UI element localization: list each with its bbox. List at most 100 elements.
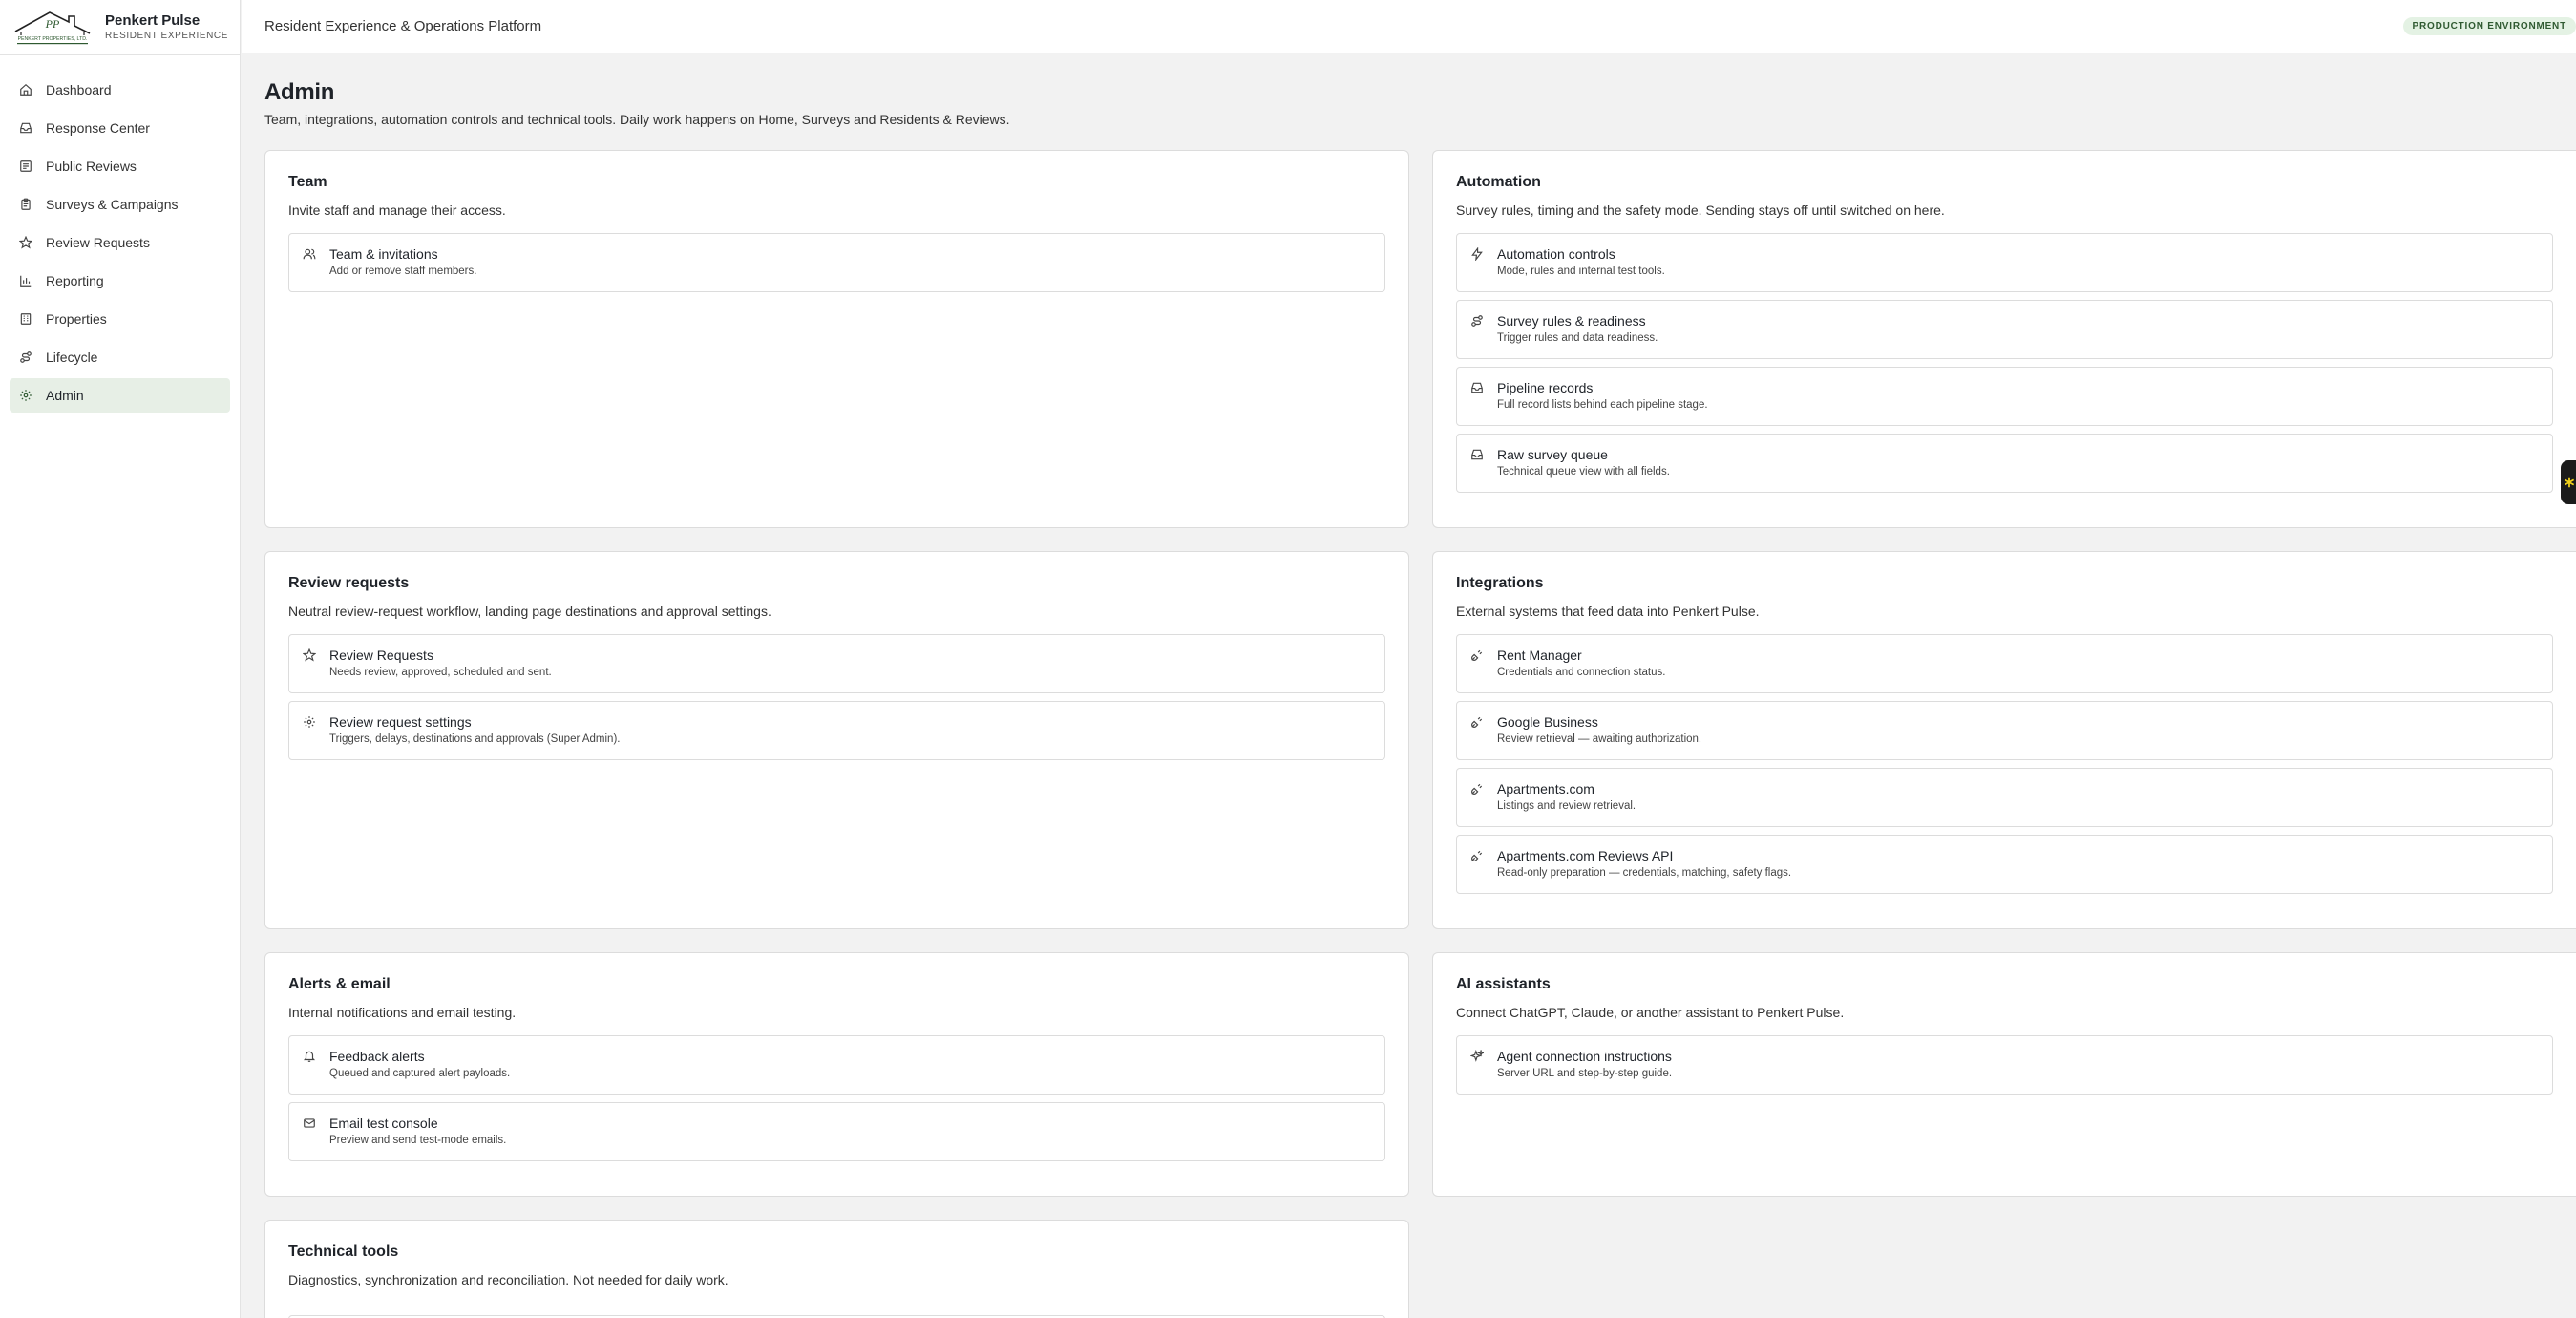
page-description: Team, integrations, automation controls …	[264, 112, 1010, 127]
item-subtitle: Triggers, delays, destinations and appro…	[329, 733, 621, 745]
card-description: Diagnostics, synchronization and reconci…	[288, 1272, 728, 1287]
main-nav: Dashboard Response Center Public Reviews…	[0, 55, 240, 413]
gear-icon	[19, 389, 32, 402]
item-feedback-alerts[interactable]: Feedback alerts Queued and captured aler…	[288, 1035, 1385, 1095]
users-icon	[303, 247, 316, 261]
nav-label: Admin	[46, 388, 84, 403]
item-agent-connection-instructions[interactable]: Agent connection instructions Server URL…	[1456, 1035, 2553, 1095]
item-subtitle: Listings and review retrieval.	[1497, 800, 1636, 812]
mail-icon	[303, 1116, 316, 1130]
platform-title: Resident Experience & Operations Platfor…	[264, 18, 542, 34]
item-title: Email test console	[329, 1116, 438, 1131]
svg-text:PENKERT PROPERTIES, LTD.: PENKERT PROPERTIES, LTD.	[18, 36, 88, 42]
plug-icon	[1470, 715, 1484, 729]
nav-item-review-requests[interactable]: Review Requests	[10, 225, 230, 260]
nav-item-reporting[interactable]: Reporting	[10, 264, 230, 298]
route-icon	[1470, 314, 1484, 328]
nav-item-response-center[interactable]: Response Center	[10, 111, 230, 145]
item-raw-survey-queue[interactable]: Raw survey queue Technical queue view wi…	[1456, 434, 2553, 493]
top-bar: Resident Experience & Operations Platfor…	[242, 0, 2576, 53]
nav-item-public-reviews[interactable]: Public Reviews	[10, 149, 230, 183]
item-title: Apartments.com	[1497, 781, 1594, 797]
nav-label: Properties	[46, 311, 107, 327]
item-review-requests[interactable]: Review Requests Needs review, approved, …	[288, 634, 1385, 693]
card-title: Team	[288, 174, 327, 190]
item-title: Review request settings	[329, 714, 472, 730]
card-title: Integrations	[1456, 575, 1544, 591]
item-review-request-settings[interactable]: Review request settings Triggers, delays…	[288, 701, 1385, 760]
plug-icon	[1470, 648, 1484, 662]
asterisk-icon	[2564, 477, 2575, 488]
card-description: External systems that feed data into Pen…	[1456, 604, 1760, 619]
sidebar: PP PENKERT PROPERTIES, LTD. Penkert Puls…	[0, 0, 241, 1318]
nav-label: Lifecycle	[46, 350, 98, 365]
nav-item-properties[interactable]: Properties	[10, 302, 230, 336]
nav-label: Reporting	[46, 273, 104, 288]
nav-item-lifecycle[interactable]: Lifecycle	[10, 340, 230, 374]
item-subtitle: Queued and captured alert payloads.	[329, 1068, 511, 1079]
card-description: Invite staff and manage their access.	[288, 202, 506, 218]
item-title: Review Requests	[329, 648, 433, 663]
nav-label: Surveys & Campaigns	[46, 197, 179, 212]
message-square-icon	[19, 159, 32, 173]
card-description: Internal notifications and email testing…	[288, 1005, 517, 1020]
nav-label: Dashboard	[46, 82, 112, 97]
item-subtitle: Review retrieval — awaiting authorizatio…	[1497, 733, 1702, 745]
gear-icon	[303, 715, 316, 729]
nav-item-admin[interactable]: Admin	[10, 378, 230, 413]
inbox-icon	[1470, 381, 1484, 394]
company-logo: PP PENKERT PROPERTIES, LTD.	[14, 11, 91, 44]
star-icon	[19, 236, 32, 249]
building-icon	[19, 312, 32, 326]
bell-icon	[303, 1050, 316, 1063]
brand[interactable]: PP PENKERT PROPERTIES, LTD. Penkert Puls…	[0, 0, 240, 55]
card-title: Technical tools	[288, 1244, 399, 1260]
plug-icon	[1470, 782, 1484, 796]
brand-subtitle: RESIDENT EXPERIENCE	[105, 30, 229, 41]
item-rent-manager[interactable]: Rent Manager Credentials and connection …	[1456, 634, 2553, 693]
card-automation: Automation Survey rules, timing and the …	[1432, 150, 2576, 528]
nav-label: Public Reviews	[46, 159, 137, 174]
card-integrations: Integrations External systems that feed …	[1432, 551, 2576, 929]
item-apartments-com-reviews-api[interactable]: Apartments.com Reviews API Read-only pre…	[1456, 835, 2553, 894]
card-title: Automation	[1456, 174, 1541, 190]
card-review-requests: Review requests Neutral review-request w…	[264, 551, 1409, 929]
card-description: Survey rules, timing and the safety mode…	[1456, 202, 1945, 218]
item-team-invitations[interactable]: Team & invitations Add or remove staff m…	[288, 233, 1385, 292]
item-title: Agent connection instructions	[1497, 1049, 1672, 1064]
card-description: Neutral review-request workflow, landing…	[288, 604, 771, 619]
item-title: Automation controls	[1497, 246, 1615, 262]
item-automation-controls[interactable]: Automation controls Mode, rules and inte…	[1456, 233, 2553, 292]
card-ai-assistants: AI assistants Connect ChatGPT, Claude, o…	[1432, 952, 2576, 1197]
item-email-test-console[interactable]: Email test console Preview and send test…	[288, 1102, 1385, 1161]
item-subtitle: Read-only preparation — credentials, mat…	[1497, 867, 1792, 879]
star-icon	[303, 648, 316, 662]
page-title: Admin	[264, 79, 335, 105]
card-description: Connect ChatGPT, Claude, or another assi…	[1456, 1005, 1845, 1020]
item-subtitle: Add or remove staff members.	[329, 266, 477, 277]
floating-assistant-tab[interactable]	[2561, 460, 2576, 504]
item-pipeline-records[interactable]: Pipeline records Full record lists behin…	[1456, 367, 2553, 426]
item-subtitle: Mode, rules and internal test tools.	[1497, 266, 1665, 277]
item-title: Rent Manager	[1497, 648, 1582, 663]
nav-item-surveys-campaigns[interactable]: Surveys & Campaigns	[10, 187, 230, 222]
inbox-icon	[1470, 448, 1484, 461]
clipboard-icon	[19, 198, 32, 211]
item-google-business[interactable]: Google Business Review retrieval — await…	[1456, 701, 2553, 760]
nav-item-dashboard[interactable]: Dashboard	[10, 73, 230, 107]
item-subtitle: Trigger rules and data readiness.	[1497, 332, 1658, 344]
card-alerts-email: Alerts & email Internal notifications an…	[264, 952, 1409, 1197]
item-title: Raw survey queue	[1497, 447, 1608, 462]
item-title: Apartments.com Reviews API	[1497, 848, 1674, 863]
card-technical-tools: Technical tools Diagnostics, synchroniza…	[264, 1220, 1409, 1318]
item-survey-rules-readiness[interactable]: Survey rules & readiness Trigger rules a…	[1456, 300, 2553, 359]
item-apartments-com[interactable]: Apartments.com Listings and review retri…	[1456, 768, 2553, 827]
item-title: Pipeline records	[1497, 380, 1594, 395]
route-icon	[19, 351, 32, 364]
item-subtitle: Technical queue view with all fields.	[1497, 466, 1670, 478]
sparkles-icon	[1470, 1050, 1484, 1063]
item-subtitle: Credentials and connection status.	[1497, 667, 1666, 678]
inbox-icon	[19, 121, 32, 135]
nav-label: Review Requests	[46, 235, 150, 250]
plug-icon	[1470, 849, 1484, 862]
